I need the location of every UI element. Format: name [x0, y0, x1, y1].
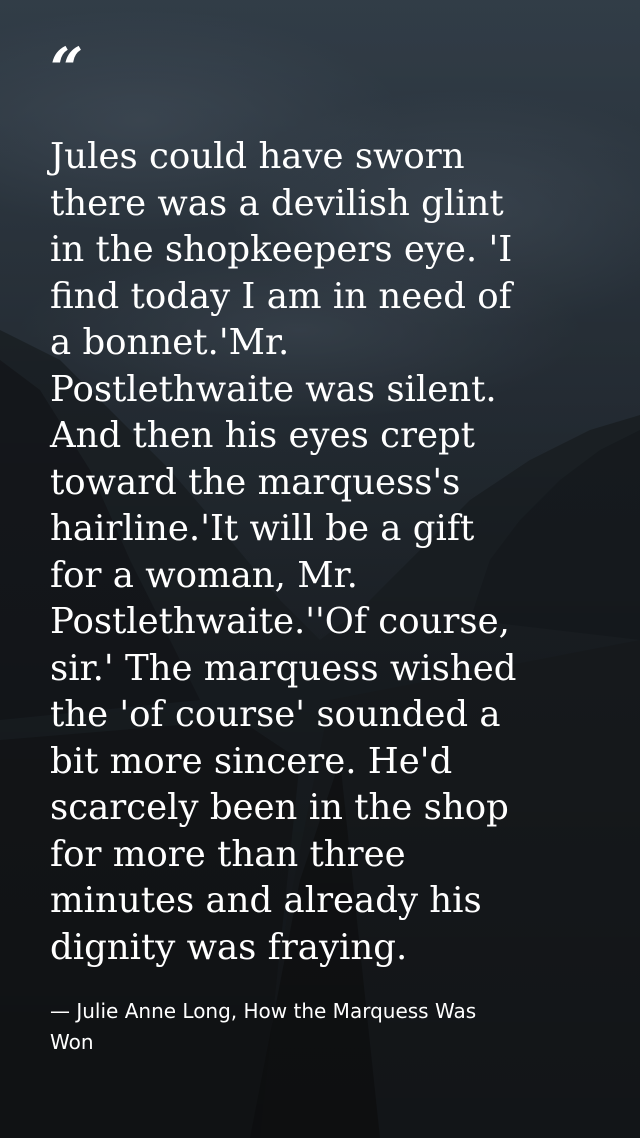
quote-attribution: — Julie Anne Long, How the Marquess Was … [50, 999, 477, 1054]
quote-text: Jules could have sworn there was a devil… [50, 136, 517, 968]
quote-card: “ Jules could have sworn there was a dev… [0, 0, 640, 1138]
quote-mark-icon: “ [50, 35, 84, 103]
